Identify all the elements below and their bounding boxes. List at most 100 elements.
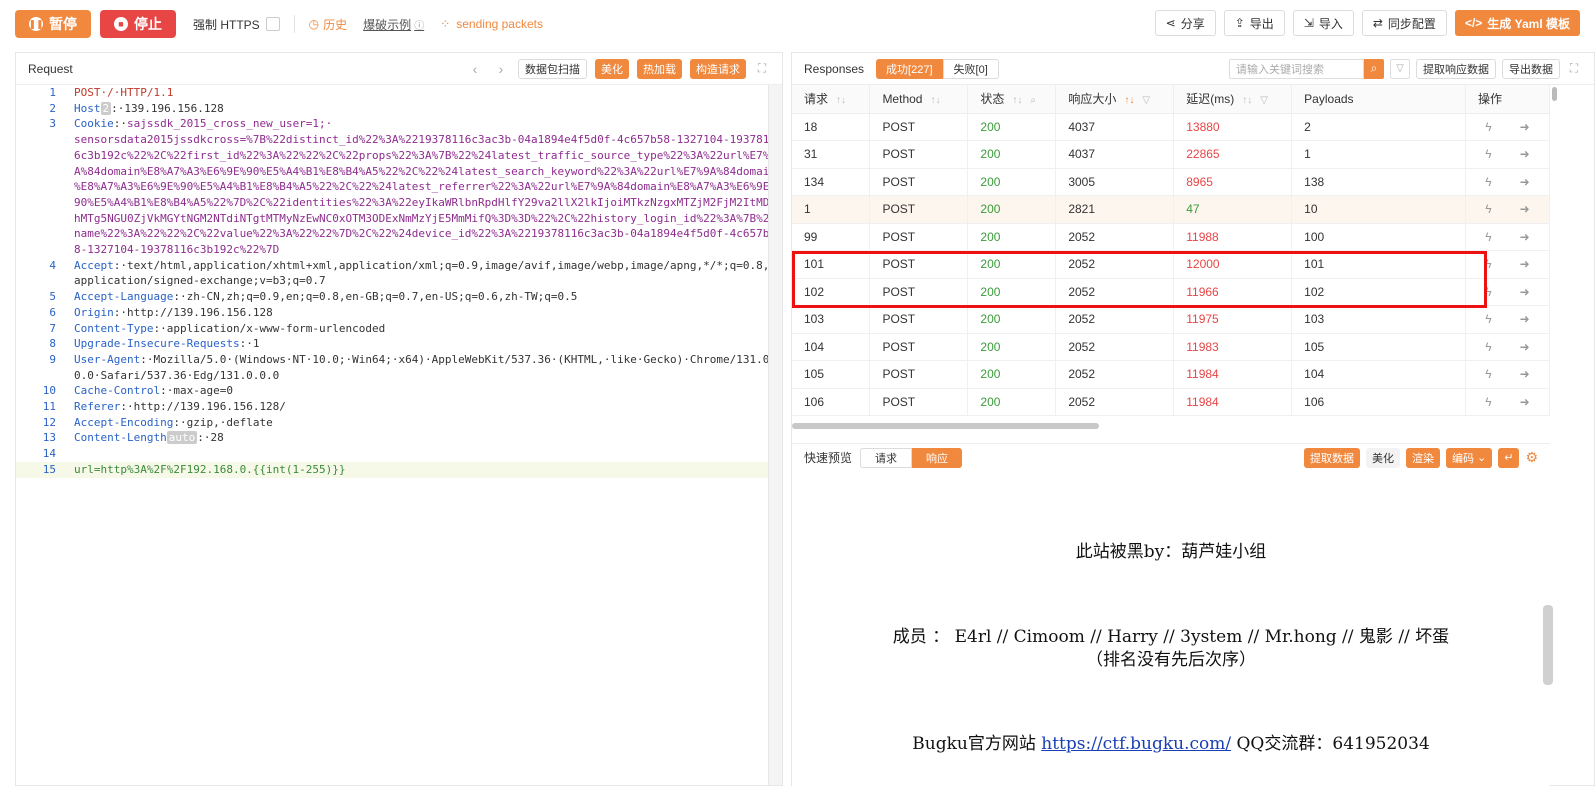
code-line[interactable]: 6 Origin:·http://139.196.156.128: [16, 305, 770, 321]
code-line[interactable]: 11 Referer:·http://139.196.156.128/: [16, 399, 770, 415]
table-row[interactable]: 101 POST 200 2052 12000 101 ϟ ➜: [792, 250, 1550, 279]
editor-scrollbar[interactable]: [768, 85, 782, 785]
code-line[interactable]: 2 Host 2:·139.196.156.128: [16, 101, 770, 117]
replay-icon[interactable]: ϟ: [1485, 120, 1491, 134]
replay-icon[interactable]: ϟ: [1485, 340, 1491, 354]
code-line[interactable]: 9 User-Agent:·Mozilla/5.0·(Windows·NT·10.…: [16, 352, 776, 368]
col-payloads[interactable]: Payloads: [1291, 85, 1467, 114]
beautify-button[interactable]: 美化: [595, 58, 629, 79]
generate-yaml-button[interactable]: </> 生成 Yaml 模板: [1454, 10, 1580, 36]
arrow-circle-icon[interactable]: ➜: [1520, 175, 1530, 189]
table-vertical-scrollbar[interactable]: [1550, 85, 1558, 417]
render-button[interactable]: 渲染: [1406, 447, 1440, 468]
arrow-circle-icon[interactable]: ➜: [1520, 147, 1530, 161]
sort-icon[interactable]: ↑↓: [1242, 95, 1252, 106]
encoding-dropdown[interactable]: 编码 ⌄: [1446, 447, 1493, 468]
sort-icon[interactable]: ↑↓: [1124, 95, 1134, 106]
replay-icon[interactable]: ϟ: [1485, 257, 1491, 271]
replay-icon[interactable]: ϟ: [1485, 147, 1491, 161]
arrow-circle-icon[interactable]: ➜: [1520, 230, 1530, 244]
code-line[interactable]: 15 url=http%3A%2F%2F192.168.0.{{int(1-255…: [16, 461, 770, 478]
arrow-circle-icon[interactable]: ➜: [1520, 395, 1530, 409]
arrow-circle-icon[interactable]: ➜: [1520, 340, 1530, 354]
code-line[interactable]: 14: [16, 446, 770, 462]
arrow-circle-icon[interactable]: ➜: [1520, 120, 1530, 134]
export-data-button[interactable]: 导出数据: [1502, 58, 1560, 79]
col-size[interactable]: 响应大小 ↑↓ ▽: [1055, 85, 1175, 114]
code-line[interactable]: 3 Cookie:·sajssdk_2015_cross_new_user=1;·: [16, 116, 770, 132]
sync-config-button[interactable]: ⇄ 同步配置: [1361, 10, 1447, 36]
sort-icon[interactable]: ↑↓: [930, 95, 940, 106]
code-line[interactable]: A%84domain%E8%A7%A3%E6%9E%90%E5%A4%B1%E8…: [16, 164, 776, 180]
filter-icon[interactable]: ▽: [1260, 95, 1268, 106]
code-line[interactable]: 12 Accept-Encoding:·gzip,·deflate: [16, 415, 770, 431]
search-icon[interactable]: ⌕: [1030, 95, 1036, 106]
history-link[interactable]: ◷ 历史: [309, 16, 348, 33]
replay-icon[interactable]: ϟ: [1485, 230, 1491, 244]
arrow-circle-icon[interactable]: ➜: [1520, 367, 1530, 381]
force-https-checkbox[interactable]: [265, 17, 280, 31]
extract-data-button[interactable]: 提取数据: [1304, 447, 1360, 468]
arrow-circle-icon[interactable]: ➜: [1520, 257, 1530, 271]
preview-tab-request[interactable]: 请求: [860, 447, 913, 468]
enter-icon[interactable]: ↵: [1498, 447, 1520, 468]
col-latency[interactable]: 延迟(ms) ↑↓ ▽: [1173, 85, 1293, 114]
packet-scan-button[interactable]: 数据包扫描: [518, 58, 587, 79]
stop-button[interactable]: ■ 停止: [100, 10, 176, 38]
table-row[interactable]: 99 POST 200 2052 11988 100 ϟ ➜: [792, 223, 1550, 251]
table-row[interactable]: 102 POST 200 2052 11966 102 ϟ ➜: [792, 278, 1550, 306]
hotload-button[interactable]: 热加载: [637, 58, 682, 79]
replay-icon[interactable]: ϟ: [1485, 312, 1491, 326]
sort-icon[interactable]: ↑↓: [836, 95, 846, 106]
code-line[interactable]: 13 Content-Length auto:·28: [16, 430, 770, 446]
code-line[interactable]: hMTg5NGU0ZjVkMGYtNGM2NTdiNTgtMTMyNzEwNC0…: [16, 211, 776, 227]
blast-example-link[interactable]: 爆破示例 ⓘ: [363, 16, 424, 33]
code-line[interactable]: name%22%3A%22%22%2C%22value%22%3A%22%22%…: [16, 226, 776, 242]
filter-icon[interactable]: ▽: [1142, 95, 1150, 106]
code-line[interactable]: %E8%A7%A3%E6%9E%90%E5%A4%B1%E8%B4%A5%22%…: [16, 179, 776, 195]
request-editor[interactable]: 1 POST·/·HTTP/1.1 2 Host 2:·139.196.156.128 3…: [16, 85, 776, 785]
fullscreen-icon[interactable]: ⛶: [1566, 61, 1582, 76]
arrow-circle-icon[interactable]: ➜: [1520, 202, 1530, 216]
code-line[interactable]: 5 Accept-Language:·zh-CN,zh;q=0.9,en;q=0.…: [16, 289, 770, 305]
code-line[interactable]: 8-1327104-19378116c3b192c%22%7D: [16, 242, 770, 258]
table-row[interactable]: 18 POST 200 4037 13880 2 ϟ ➜: [792, 113, 1550, 141]
extract-response-button[interactable]: 提取响应数据: [1416, 58, 1496, 79]
code-line[interactable]: 0.0·Safari/537.36·Edg/131.0.0.0: [16, 368, 770, 384]
preview-beautify-button[interactable]: 美化: [1366, 447, 1400, 468]
chevron-left-icon[interactable]: ‹: [466, 61, 484, 77]
fullscreen-icon[interactable]: ⛶: [754, 61, 770, 76]
col-status[interactable]: 状态 ↑↓ ⌕: [967, 85, 1057, 114]
keyword-search-input[interactable]: 请输入关键词搜索: [1229, 58, 1364, 79]
export-button[interactable]: ⇪ 导出: [1223, 10, 1285, 36]
arrow-circle-icon[interactable]: ➜: [1520, 285, 1530, 299]
table-row[interactable]: 106 POST 200 2052 11984 106 ϟ ➜: [792, 388, 1550, 416]
arrow-circle-icon[interactable]: ➜: [1520, 312, 1530, 326]
table-row[interactable]: 104 POST 200 2052 11983 105 ϟ ➜: [792, 333, 1550, 361]
table-row[interactable]: 1 POST 200 2821 47 10 ϟ ➜: [792, 195, 1550, 224]
replay-icon[interactable]: ϟ: [1485, 285, 1491, 299]
render-scrollbar[interactable]: [1543, 605, 1553, 685]
force-https-toggle[interactable]: 强制 HTTPS: [193, 16, 280, 33]
code-line[interactable]: 7 Content-Type:·application/x-www-form-ur…: [16, 321, 770, 337]
code-line[interactable]: 4 Accept:·text/html,application/xhtml+xml…: [16, 258, 770, 274]
table-row[interactable]: 103 POST 200 2052 11975 103 ϟ ➜: [792, 305, 1550, 334]
preview-tab-response[interactable]: 响应: [912, 447, 963, 468]
code-line[interactable]: sensorsdata2015jssdkcross=%7B%22distinct…: [16, 132, 776, 148]
search-icon[interactable]: ⌕: [1364, 58, 1384, 79]
tab-fail[interactable]: 失败[0]: [942, 58, 999, 79]
chevron-right-icon[interactable]: ›: [492, 61, 510, 77]
code-line[interactable]: 6c3b192c%22%2C%22first_id%22%3A%22%22%2C…: [16, 148, 776, 164]
table-horizontal-scrollbar[interactable]: [792, 423, 1099, 429]
code-line[interactable]: 8 Upgrade-Insecure-Requests:·1: [16, 336, 770, 352]
table-row[interactable]: 105 POST 200 2052 11984 104 ϟ ➜: [792, 360, 1550, 389]
sort-icon[interactable]: ↑↓: [1012, 95, 1022, 106]
replay-icon[interactable]: ϟ: [1485, 175, 1491, 189]
gear-icon[interactable]: ⚙: [1525, 449, 1538, 466]
share-button[interactable]: ⋖ 分享: [1154, 10, 1216, 36]
import-button[interactable]: ⇲ 导入: [1292, 10, 1354, 36]
table-row[interactable]: 134 POST 200 3005 8965 138 ϟ ➜: [792, 168, 1550, 196]
code-line[interactable]: application/signed-exchange;v=b3;q=0.7: [16, 273, 770, 289]
code-line[interactable]: 90%E5%A4%B1%E8%B4%A5%22%7D%2C%22identiti…: [16, 195, 776, 211]
code-line[interactable]: 10 Cache-Control:·max-age=0: [16, 383, 770, 399]
